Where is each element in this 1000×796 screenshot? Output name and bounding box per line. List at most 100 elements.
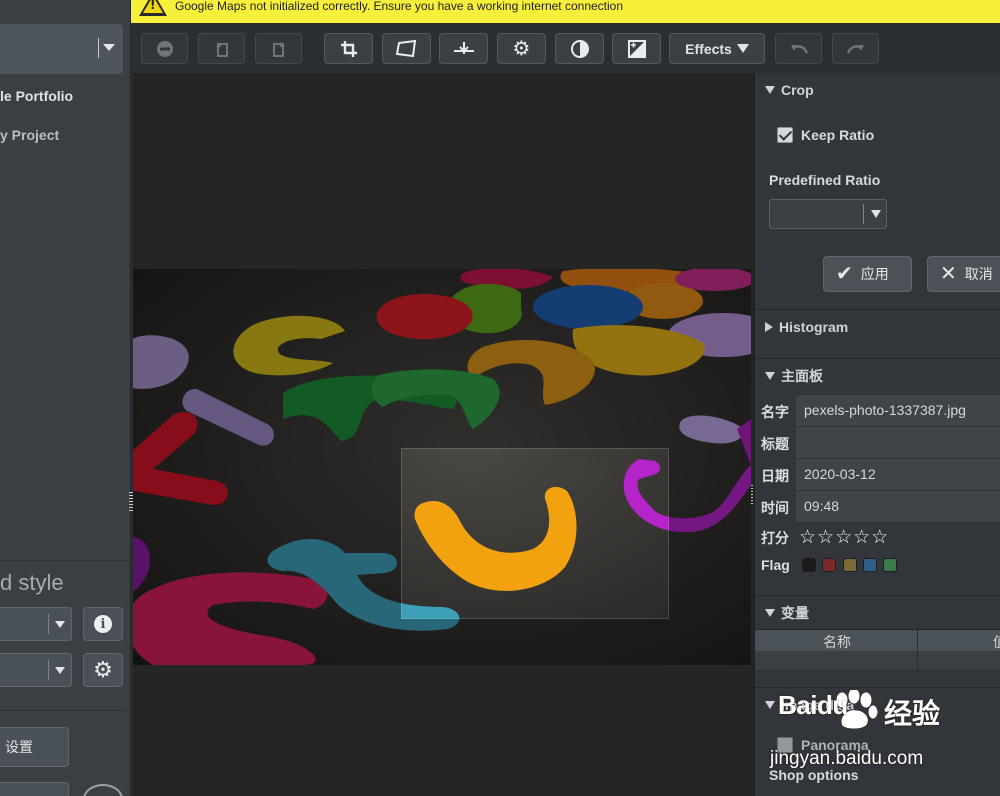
cancel-button[interactable]: ✕ 取消 bbox=[927, 256, 1000, 292]
meta-row-date: 日期 2020-03-12 bbox=[755, 459, 1000, 491]
predefined-ratio-label: Predefined Ratio bbox=[769, 172, 881, 188]
perspective-button[interactable] bbox=[382, 33, 431, 64]
chevron-down-icon bbox=[765, 700, 775, 709]
variables-table-header: 名称 值 bbox=[755, 629, 1000, 652]
cancel-label: 取消 bbox=[964, 266, 993, 282]
crop-title: Crop bbox=[781, 82, 814, 98]
column-divider bbox=[917, 651, 918, 671]
reject-button[interactable] bbox=[141, 33, 188, 64]
apply-label: 应用 bbox=[860, 266, 889, 282]
effects-label: Effects bbox=[685, 40, 732, 57]
main-panel-title: 主面板 bbox=[781, 367, 823, 384]
select-separator bbox=[48, 660, 49, 680]
column-header-value: 值 bbox=[993, 632, 1000, 652]
rating-label: 打分 bbox=[761, 530, 789, 546]
chevron-down-icon bbox=[765, 371, 775, 380]
meta-title-field[interactable] bbox=[796, 427, 1000, 459]
rotate-right-button[interactable] bbox=[255, 33, 302, 64]
warning-text: Google Maps not initialized correctly. E… bbox=[175, 0, 624, 13]
meta-name-field[interactable]: pexels-photo-1337387.jpg bbox=[796, 395, 1000, 427]
flag-yellow-swatch[interactable] bbox=[843, 558, 857, 572]
panorama-checkbox[interactable] bbox=[777, 737, 793, 753]
rotate-left-button[interactable] bbox=[198, 33, 245, 64]
warning-exclamation: ! bbox=[150, 0, 156, 12]
meta-key: 时间 bbox=[761, 500, 789, 516]
variables-title: 变量 bbox=[781, 604, 809, 621]
divider bbox=[0, 710, 126, 711]
select-separator bbox=[863, 204, 864, 224]
image-data-title: Image data bbox=[781, 696, 855, 713]
column-divider bbox=[917, 630, 918, 652]
app-window: le Portfolio y Project d style i ⚙ 设置 ! … bbox=[0, 0, 1000, 796]
crop-icon bbox=[340, 40, 357, 57]
chevron-right-icon bbox=[765, 321, 773, 332]
settings-gear-button[interactable]: ⚙ bbox=[83, 653, 123, 687]
panorama-label: Panorama bbox=[801, 737, 869, 753]
chevron-down-icon[interactable] bbox=[103, 44, 115, 51]
predefined-ratio-select[interactable] bbox=[769, 199, 887, 229]
project-item[interactable]: le Portfolio bbox=[0, 88, 73, 104]
straighten-button[interactable] bbox=[439, 33, 488, 64]
meta-key: 名字 bbox=[761, 404, 789, 420]
gear-icon: ⚙ bbox=[512, 37, 531, 60]
contrast-button[interactable] bbox=[555, 33, 604, 64]
secondary-button[interactable] bbox=[0, 782, 69, 796]
rotate-left-icon bbox=[215, 41, 228, 57]
meta-date-field[interactable]: 2020-03-12 bbox=[796, 459, 1000, 491]
exposure-button[interactable] bbox=[612, 33, 661, 64]
edit-toolbar: ⚙ Effects bbox=[131, 23, 1000, 73]
chevron-down-icon[interactable] bbox=[55, 621, 65, 628]
crop-button[interactable] bbox=[324, 33, 373, 64]
chevron-down-icon bbox=[736, 44, 749, 53]
settings-button[interactable]: 设置 bbox=[0, 727, 69, 767]
effects-dropdown[interactable]: Effects bbox=[669, 33, 765, 64]
info-icon: i bbox=[94, 615, 112, 633]
meta-key: 日期 bbox=[761, 468, 789, 484]
image-viewer[interactable] bbox=[129, 73, 755, 796]
chevron-down-icon[interactable] bbox=[55, 667, 65, 674]
meta-key: 标题 bbox=[761, 436, 789, 452]
apply-button[interactable]: ✔ 应用 bbox=[823, 256, 912, 292]
left-panel: le Portfolio y Project d style i ⚙ 设置 bbox=[0, 0, 131, 796]
meta-time-field[interactable]: 09:48 bbox=[796, 491, 1000, 523]
flag-label: Flag bbox=[761, 557, 790, 573]
flag-blue-swatch[interactable] bbox=[863, 558, 877, 572]
photo-canvas[interactable] bbox=[133, 269, 751, 665]
histogram-title: Histogram bbox=[779, 318, 849, 335]
crop-section-header[interactable]: Crop bbox=[755, 73, 1000, 107]
undo-button[interactable] bbox=[775, 33, 822, 64]
keep-ratio-label: Keep Ratio bbox=[801, 127, 875, 143]
preset-select[interactable] bbox=[0, 653, 72, 687]
adjust-settings-button[interactable]: ⚙ bbox=[497, 33, 546, 64]
close-icon: ✕ bbox=[940, 263, 957, 285]
maps-warning-bar: ! Google Maps not initialized correctly.… bbox=[131, 0, 1000, 23]
variables-section-header[interactable]: 变量 bbox=[755, 595, 1000, 629]
chevron-down-icon bbox=[765, 86, 775, 94]
check-icon: ✔ bbox=[836, 263, 853, 285]
flag-red-swatch[interactable] bbox=[822, 558, 836, 572]
flag-green-swatch[interactable] bbox=[883, 558, 897, 572]
meta-row-name: 名字 pexels-photo-1337387.jpg bbox=[755, 395, 1000, 427]
chevron-down-icon bbox=[765, 608, 775, 617]
rating-stars[interactable]: ☆☆☆☆☆ bbox=[799, 526, 889, 549]
style-select[interactable] bbox=[0, 607, 72, 641]
main-panel-section-header[interactable]: 主面板 bbox=[755, 358, 1000, 392]
reject-icon bbox=[156, 40, 173, 57]
left-resize-handle[interactable] bbox=[129, 492, 133, 512]
histogram-section-header[interactable]: Histogram bbox=[755, 309, 1000, 343]
select-separator bbox=[48, 614, 49, 634]
meta-row-time: 时间 09:48 bbox=[755, 491, 1000, 523]
catalog-select[interactable] bbox=[0, 24, 123, 74]
variables-table-row[interactable] bbox=[755, 651, 1000, 671]
flag-black-swatch[interactable] bbox=[802, 558, 816, 572]
select-separator bbox=[98, 38, 99, 58]
crop-selection-box[interactable] bbox=[401, 448, 669, 619]
redo-button[interactable] bbox=[832, 33, 879, 64]
right-panel: Crop Keep Ratio Predefined Ratio ✔ 应用 ✕ … bbox=[753, 73, 1000, 796]
contrast-icon bbox=[570, 39, 589, 58]
image-data-section-header[interactable]: Image data bbox=[755, 687, 1000, 721]
info-button[interactable]: i bbox=[83, 607, 123, 641]
project-item[interactable]: y Project bbox=[0, 127, 59, 143]
straighten-icon bbox=[453, 41, 474, 54]
keep-ratio-checkbox[interactable] bbox=[777, 127, 793, 143]
